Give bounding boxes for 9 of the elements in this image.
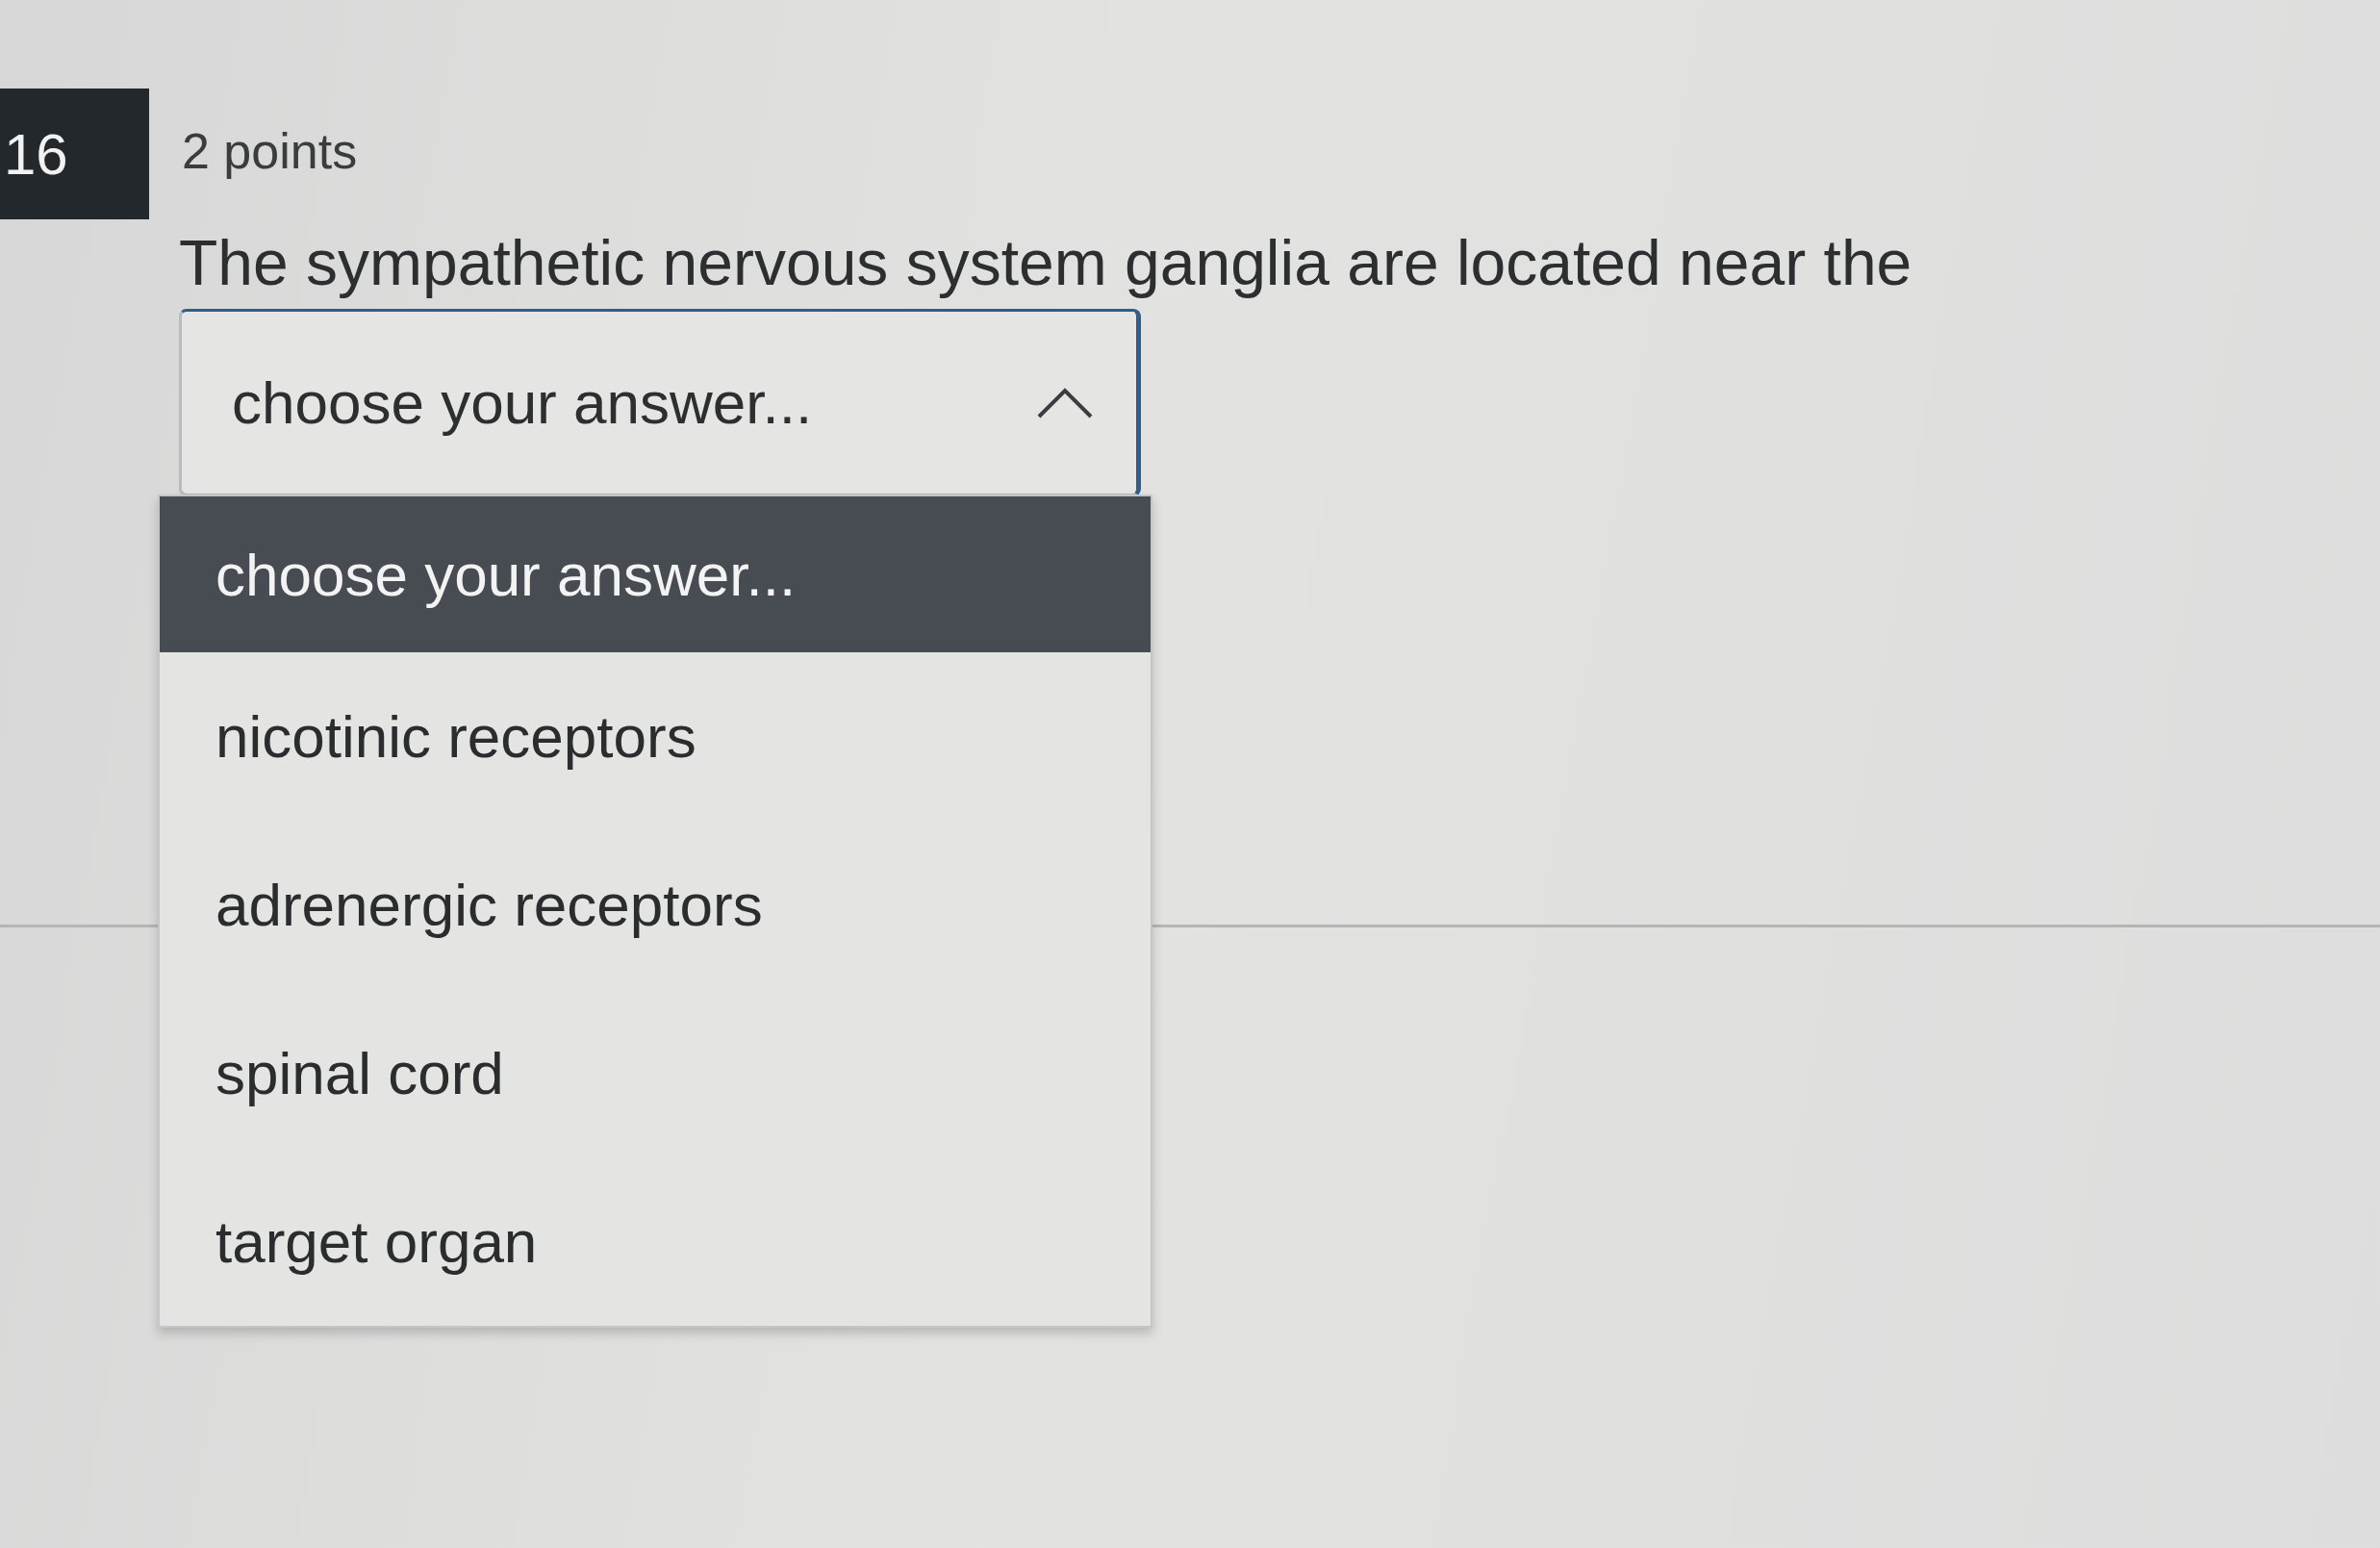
dropdown-option[interactable]: adrenergic receptors xyxy=(160,821,1151,990)
answer-select[interactable]: choose your answer... xyxy=(179,309,1141,497)
dropdown-option[interactable]: nicotinic receptors xyxy=(160,652,1151,822)
question-number: 16 xyxy=(0,89,149,219)
points-label: 2 points xyxy=(182,122,358,180)
dropdown-option[interactable]: choose your answer... xyxy=(160,496,1151,653)
dropdown-option[interactable]: spinal cord xyxy=(160,989,1151,1158)
dropdown-option[interactable]: target organ xyxy=(160,1157,1151,1327)
question-text: The sympathetic nervous system ganglia are located near the xyxy=(179,226,1912,300)
